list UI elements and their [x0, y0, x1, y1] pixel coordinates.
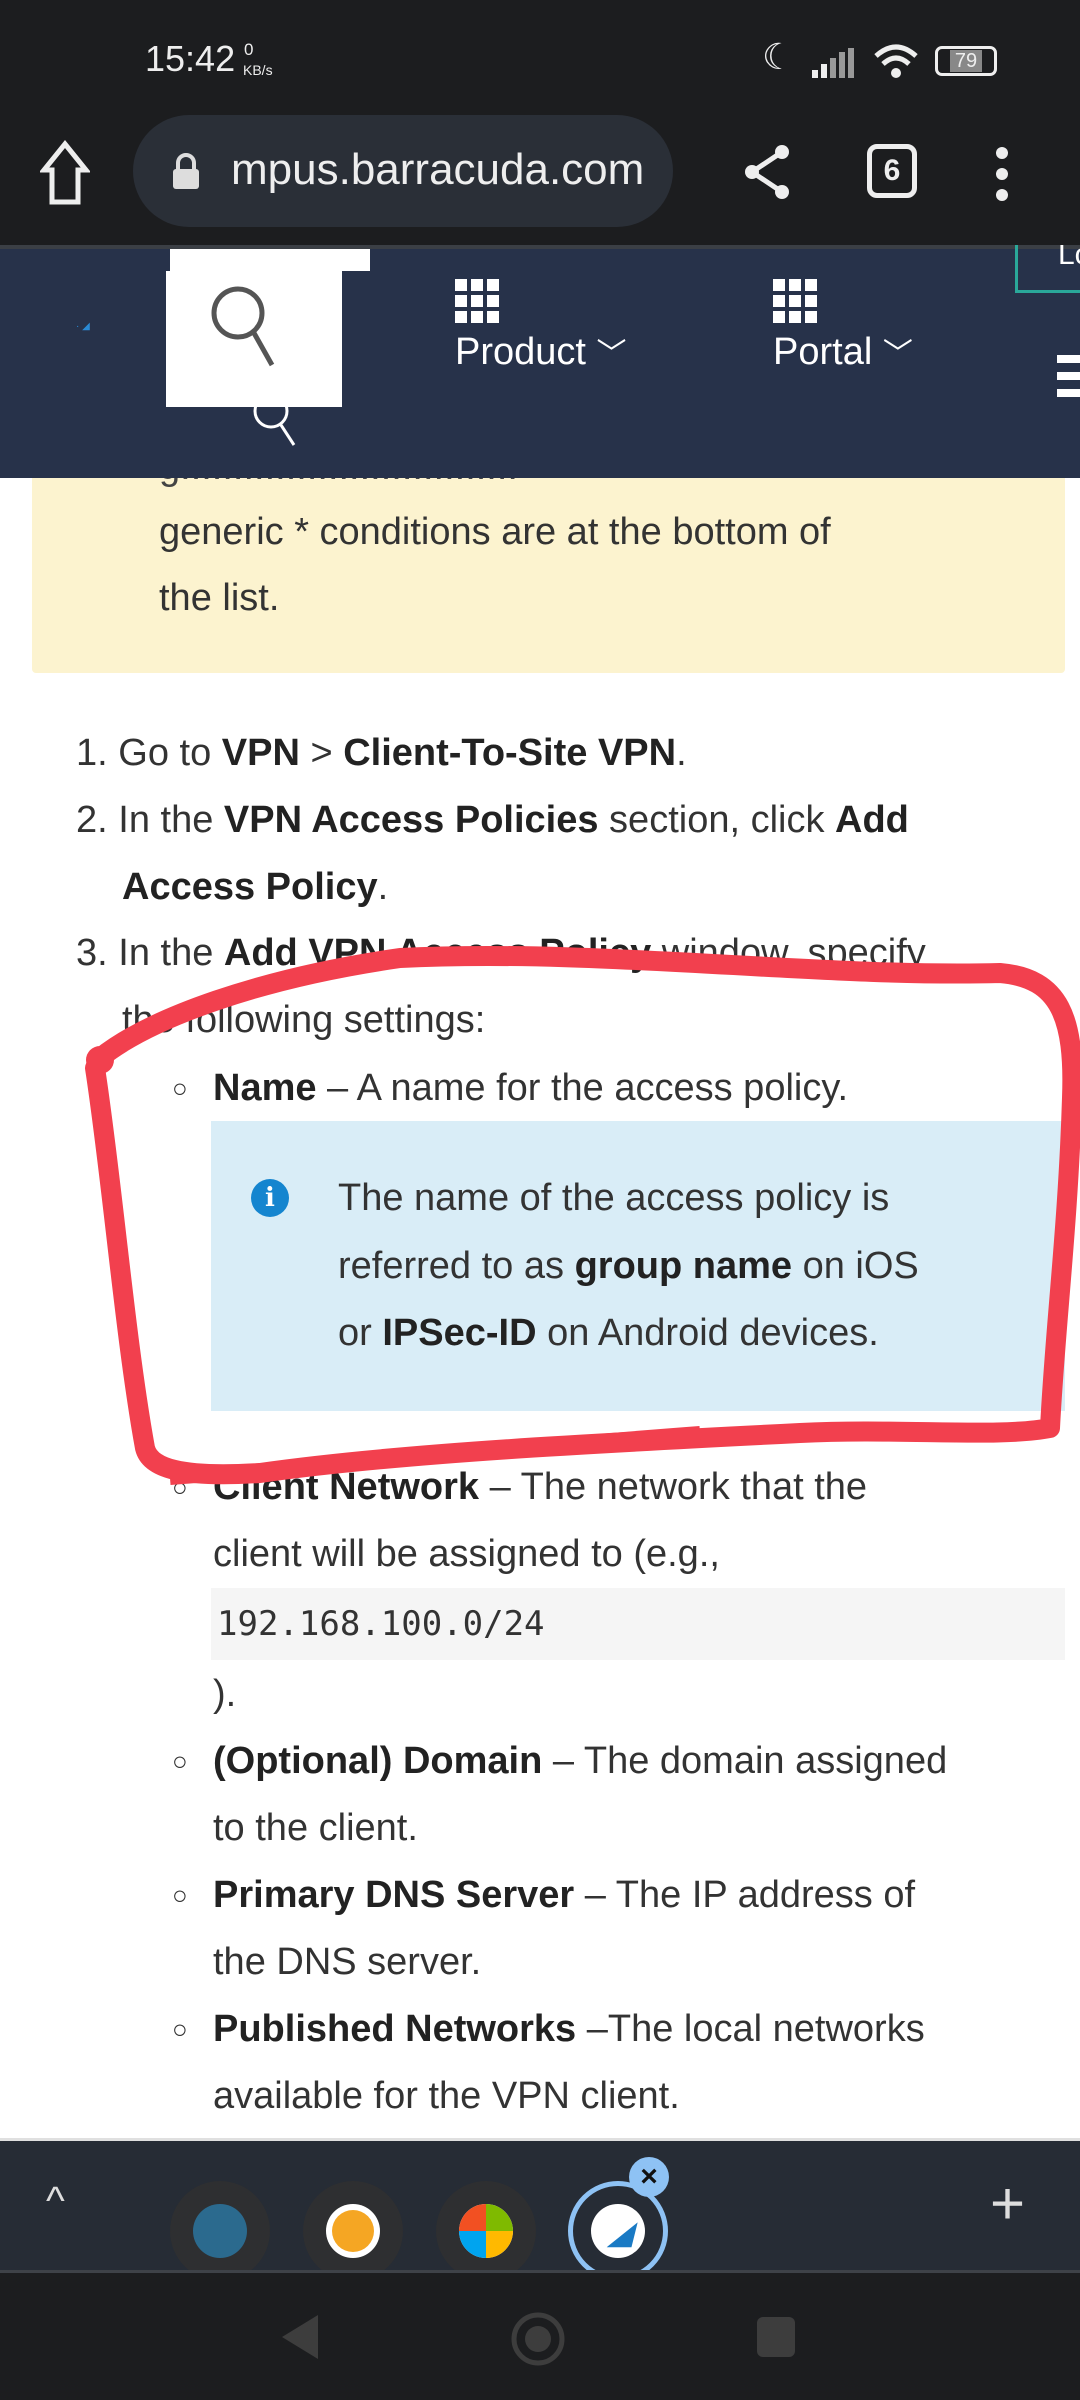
back-icon[interactable]: [280, 2313, 320, 2361]
tab-strip: ^ ◢ × +: [0, 2138, 1080, 2281]
battery-level: 79: [949, 50, 983, 72]
tab-switcher-button[interactable]: 6: [867, 144, 917, 198]
login-button[interactable]: Lo: [1015, 245, 1080, 293]
product-grid-icon: [455, 279, 499, 323]
home-nav-icon[interactable]: [510, 2311, 566, 2367]
chevron-down-icon: ﹀: [596, 338, 627, 371]
portal-menu[interactable]: Portal ﹀: [773, 329, 913, 374]
new-tab-icon[interactable]: +: [990, 2169, 1025, 2238]
system-nav-bar: [0, 2270, 1080, 2400]
hamburger-menu-icon[interactable]: [1057, 355, 1080, 399]
search-field[interactable]: [170, 249, 370, 271]
share-icon[interactable]: [742, 144, 792, 200]
tab-favicon-1[interactable]: [170, 2181, 270, 2281]
more-menu-icon[interactable]: [990, 146, 1014, 202]
signal-icon: [812, 48, 854, 78]
status-bar: 15:42 0 KB/s ☾ 79: [0, 0, 1080, 110]
barracuda-logo: · ◢: [76, 321, 90, 332]
portal-grid-icon: [773, 279, 817, 323]
address-bar[interactable]: mpus.barracuda.com: [133, 115, 673, 227]
recents-icon[interactable]: [757, 2317, 795, 2357]
wifi-icon: [874, 44, 918, 78]
home-icon[interactable]: [40, 140, 90, 206]
chevron-up-icon[interactable]: ^: [46, 2179, 65, 2224]
red-annotation-scribble: [85, 945, 1080, 1485]
browser-toolbar: mpus.barracuda.com 6: [0, 110, 1080, 245]
search-button[interactable]: [166, 271, 342, 407]
net-speed-unit: KB/s: [243, 62, 273, 78]
product-menu[interactable]: Product ﹀: [455, 329, 627, 374]
search-icon: [211, 286, 275, 367]
mobile-search-icon[interactable]: [250, 389, 300, 449]
site-header: · ◢ Product ﹀ Portal ﹀ Lo: [0, 245, 1080, 478]
tab-favicon-2[interactable]: [303, 2181, 403, 2281]
portal-menu-label: Portal: [773, 331, 873, 373]
battery-icon: 79: [935, 46, 997, 76]
lock-icon: [173, 153, 199, 189]
moon-icon: ☾: [762, 36, 795, 77]
product-menu-label: Product: [455, 331, 586, 373]
chevron-down-icon: ﹀: [882, 338, 913, 371]
net-speed-value: 0: [244, 40, 254, 59]
url-text: mpus.barracuda.com: [231, 145, 645, 194]
clock: 15:42: [145, 38, 236, 79]
article-content: g................................ generi…: [0, 478, 1080, 2138]
close-tab-icon[interactable]: ×: [629, 2157, 669, 2197]
tab-favicon-3[interactable]: [436, 2181, 536, 2281]
